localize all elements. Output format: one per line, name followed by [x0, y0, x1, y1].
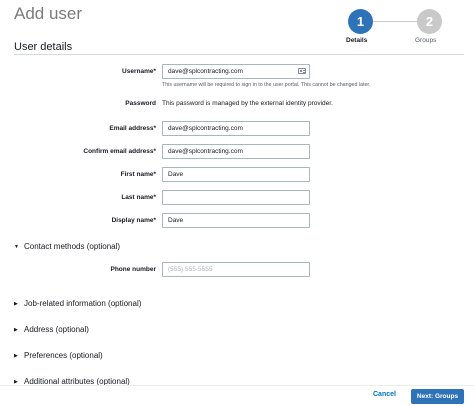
step-1-label: Details [346, 37, 368, 44]
caret-right-icon: ▶ [14, 378, 18, 385]
step-2-label: Groups [415, 37, 437, 44]
password-info: This password is managed by the external… [162, 100, 333, 107]
cancel-button[interactable]: Cancel [373, 391, 396, 398]
display-name-value: Dave [168, 217, 184, 224]
display-name-input[interactable]: Dave [162, 213, 310, 228]
confirm-email-input[interactable]: dave@splcontracting.com [162, 144, 310, 159]
phone-label: Phone number [110, 266, 156, 273]
id-card-icon [298, 68, 306, 74]
first-name-label: First name* [120, 171, 156, 178]
contact-methods-toggle[interactable]: ▼ Contact methods (optional) [14, 242, 120, 251]
job-info-title: Job-related information (optional) [24, 299, 142, 308]
phone-placeholder: (555) 555-5555 [168, 266, 213, 273]
step-2-indicator: 2 [417, 9, 442, 34]
username-input[interactable]: dave@splcontracting.com [162, 64, 310, 79]
password-label: Password [125, 100, 156, 107]
preferences-title: Preferences (optional) [24, 351, 103, 360]
first-name-value: Dave [168, 171, 184, 178]
address-title: Address (optional) [24, 325, 89, 334]
username-value: dave@splcontracting.com [168, 68, 243, 75]
display-name-label: Display name* [111, 217, 156, 224]
phone-input[interactable]: (555) 555-5555 [162, 262, 310, 277]
caret-right-icon: ▶ [14, 352, 18, 359]
contact-methods-title: Contact methods (optional) [24, 242, 121, 251]
preferences-toggle[interactable]: ▶ Preferences (optional) [14, 351, 103, 360]
page-title: Add user [14, 4, 83, 23]
last-name-input[interactable] [162, 190, 310, 205]
step-1-indicator: 1 [348, 9, 373, 34]
confirm-email-label: Confirm email address* [83, 148, 156, 155]
email-input[interactable]: dave@splcontracting.com [162, 121, 310, 136]
footer-divider [0, 385, 474, 386]
last-name-label: Last name* [121, 194, 156, 201]
caret-down-icon: ▼ [14, 243, 19, 250]
section-title-user-details: User details [14, 41, 73, 53]
next-groups-button[interactable]: Next: Groups [411, 389, 464, 404]
section-divider [14, 54, 464, 55]
username-hint: This username will be required to sign i… [162, 82, 371, 88]
email-label: Email address* [109, 125, 156, 132]
job-info-toggle[interactable]: ▶ Job-related information (optional) [14, 299, 141, 308]
address-toggle[interactable]: ▶ Address (optional) [14, 325, 89, 334]
first-name-input[interactable]: Dave [162, 167, 310, 182]
wizard-stepper: 1 2 Details Groups [344, 9, 466, 45]
caret-right-icon: ▶ [14, 326, 18, 333]
confirm-email-value: dave@splcontracting.com [168, 148, 243, 155]
step-connector [373, 21, 417, 22]
username-label: Username* [122, 68, 156, 75]
email-value: dave@splcontracting.com [168, 125, 243, 132]
caret-right-icon: ▶ [14, 300, 18, 307]
